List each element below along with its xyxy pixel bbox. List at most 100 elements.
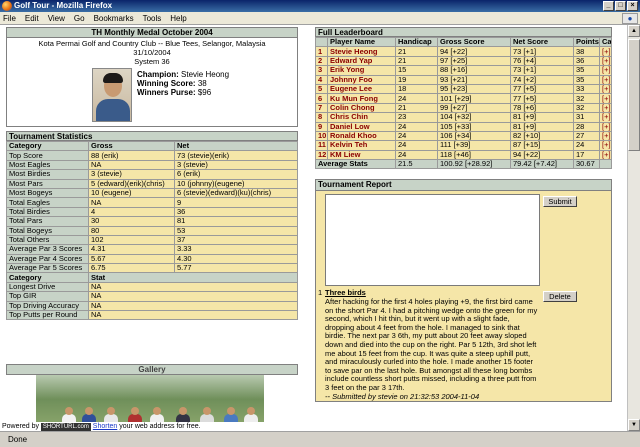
winners-purse-label: Winners Purse: (137, 88, 196, 97)
player-name-link[interactable]: Ku Mun Fong (327, 93, 396, 104)
leaderboard-cell: 32 (573, 93, 600, 104)
leaderboard-header-cell: Gross Score (437, 36, 511, 48)
leaderboard-cell: 36 (573, 55, 600, 67)
menu-bookmarks[interactable]: Bookmarks (94, 14, 134, 23)
leaderboard-cell: 81 [+9] (510, 121, 574, 132)
stats-cell: Top Driving Accuracy (6, 300, 89, 312)
player-name-link[interactable]: Daniel Low (327, 121, 396, 132)
leaderboard-cell: 81 [+9] (510, 112, 574, 123)
competition-box: TH Monthly Medal October 2004 Kota Perma… (6, 27, 298, 127)
stats-cell: NA (88, 159, 175, 171)
scroll-up-icon[interactable]: ▲ (628, 25, 640, 37)
stats-row: Average Par 3 Scores 4.31 3.33 (6, 244, 298, 255)
scorecard-expand-link[interactable]: [+] (599, 140, 612, 151)
champion-name: Stevie Heong (181, 70, 230, 79)
leaderboard-cell: 87 [+15] (510, 140, 574, 151)
leaderboard-cell: 15 (395, 65, 438, 76)
stats-cell: Total Bogeys (6, 225, 89, 236)
scorecard-expand-link[interactable]: [+] (599, 74, 612, 85)
scroll-down-icon[interactable]: ▼ (628, 419, 640, 431)
scroll-thumb[interactable] (628, 39, 640, 151)
stats-cell: Longest Drive (6, 281, 89, 293)
report-textarea[interactable] (325, 194, 540, 287)
leaderboard-cell: 97 [+25] (437, 55, 511, 67)
report-post: 1 Three birds After hacking for the firs… (318, 289, 540, 401)
stats-cell: 10 (johnny)(eugene) (174, 178, 298, 189)
leaderboard-cell: 1 (315, 46, 328, 57)
menu-help[interactable]: Help (170, 14, 186, 23)
menu-go[interactable]: Go (74, 14, 85, 23)
scorecard-expand-link[interactable]: [+] (599, 46, 612, 57)
stats-cell: Total Others (6, 234, 89, 246)
leaderboard-cell: 35 (573, 74, 600, 85)
leaderboard-cell: 24 (395, 93, 438, 104)
winning-score: 38 (197, 79, 207, 88)
scorecard-expand-link[interactable]: [+] (599, 93, 612, 104)
player-name-link[interactable]: Eugene Lee (327, 83, 396, 95)
stats-cell: NA (88, 291, 298, 302)
post-number: 1 (318, 288, 323, 298)
average-cell: 79.42 [+7.42] (510, 159, 574, 170)
stats-cell: 4.30 (174, 253, 298, 265)
stats-cell: Top Putts per Round (6, 310, 89, 321)
scorecard-expand-link[interactable]: [+] (599, 65, 612, 76)
player-name-link[interactable]: Erik Yong (327, 65, 396, 76)
player-name-link[interactable]: Chris Chin (327, 112, 396, 123)
menu-tools[interactable]: Tools (143, 14, 162, 23)
gallery-title: Gallery (6, 364, 298, 375)
stats-cell: NA (88, 300, 298, 312)
scorecard-expand-link[interactable]: [+] (599, 149, 612, 161)
scorecard-expand-link[interactable]: [+] (599, 121, 612, 132)
player-name-link[interactable]: KM Liew (327, 149, 396, 161)
leaderboard-row: 1 Stevie Heong 21 94 [+22] 73 [+1] 38 [+] (315, 46, 612, 57)
stats-cell: Total Eagles (6, 197, 89, 208)
stats-table: Category Gross Net Top Score 88 (erik) 73 (st… (6, 140, 298, 321)
powered-suffix: your web address for free. (119, 423, 201, 430)
stats-row: Top Score 88 (erik) 73 (stevie)(erik) (6, 150, 298, 161)
leaderboard-cell: 111 [+39] (437, 140, 511, 151)
stats-row: Average Par 5 Scores 6.75 5.77 (6, 263, 298, 274)
player-name-link[interactable]: Ronald Khoo (327, 130, 396, 142)
minimize-button[interactable]: _ (603, 1, 614, 11)
competition-system: System 36 (134, 57, 170, 66)
scorecard-expand-link[interactable]: [+] (599, 130, 612, 142)
menu-file[interactable]: File (3, 14, 16, 23)
stats-cell: 9 (174, 197, 298, 208)
page-content: TH Monthly Medal October 2004 Kota Perma… (0, 25, 627, 431)
player-name-link[interactable]: Edward Yap (327, 55, 396, 67)
vertical-scrollbar[interactable]: ▲ ▼ (627, 25, 640, 431)
window-title: Golf Tour - Mozilla Firefox (14, 1, 113, 10)
player-name-link[interactable]: Johnny Foo (327, 74, 396, 85)
competition-title: TH Monthly Medal October 2004 (7, 28, 297, 38)
shorturl-logo[interactable]: SHORTURL.com (40, 423, 91, 431)
menu-view[interactable]: View (48, 14, 65, 23)
scorecard-expand-link[interactable]: [+] (599, 102, 612, 114)
player-name-link[interactable]: Colin Chong (327, 102, 396, 114)
stats-cell: NA (88, 310, 298, 321)
scorecard-expand-link[interactable]: [+] (599, 83, 612, 95)
maximize-button[interactable]: □ (615, 1, 626, 11)
gallery-photo[interactable] (36, 375, 264, 429)
player-name-link[interactable]: Stevie Heong (327, 46, 396, 57)
post-body: After hacking for the first 4 holes play… (325, 297, 538, 392)
leaderboard-row: 9 Daniel Low 24 105 [+33] 81 [+9] 28 [+] (315, 121, 612, 132)
leaderboard-cell: 82 [+10] (510, 130, 574, 142)
shorten-link[interactable]: Shorten (93, 423, 118, 430)
leaderboard-cell: 8 (315, 112, 328, 123)
menu-edit[interactable]: Edit (25, 14, 39, 23)
scorecard-expand-link[interactable]: [+] (599, 112, 612, 123)
stats-cell: Total Pars (6, 216, 89, 227)
leaderboard-cell: 18 (395, 83, 438, 95)
stats-header-row: Category Gross Net (6, 140, 298, 152)
leaderboard-header-row: Player Name Handicap Gross Score Net Score P… (315, 36, 612, 48)
leaderboard-cell: 24 (395, 140, 438, 151)
scorecard-expand-link[interactable]: [+] (599, 55, 612, 67)
leaderboard-row: 3 Erik Yong 15 88 [+16] 73 [+1] 35 [+] (315, 65, 612, 76)
player-name-link[interactable]: Kelvin Teh (327, 140, 396, 151)
delete-button[interactable]: Delete (543, 291, 577, 303)
leaderboard-cell: 6 (315, 93, 328, 104)
close-button[interactable]: × (627, 1, 638, 11)
stats-row: Longest Drive NA (6, 281, 298, 293)
submit-button[interactable]: Submit (543, 196, 577, 208)
leaderboard-cell: 38 (573, 46, 600, 57)
